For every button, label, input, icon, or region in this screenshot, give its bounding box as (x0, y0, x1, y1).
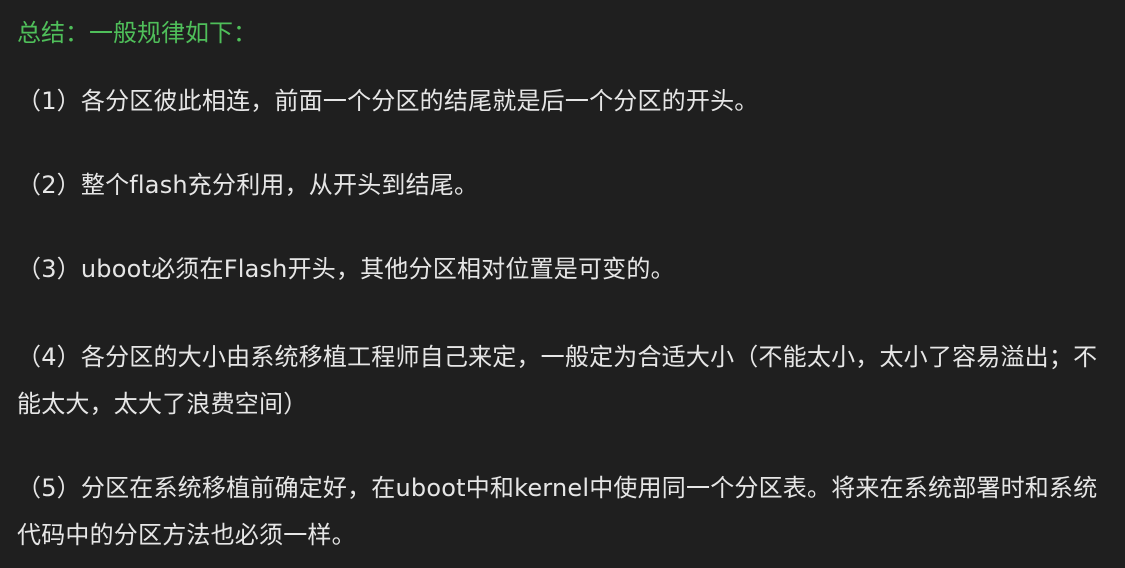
rule-paragraph-2: （2）整个flash充分利用，从开头到结尾。 (17, 171, 479, 199)
rule-paragraph-5: （5）分区在系统移植前确定好，在uboot中和kernel中使用同一个分区表。将… (17, 474, 1098, 549)
rule-paragraph-1: （1）各分区彼此相连，前面一个分区的结尾就是后一个分区的开头。 (17, 87, 759, 115)
rule-paragraph-3: （3）uboot必须在Flash开头，其他分区相对位置是可变的。 (17, 255, 675, 283)
document-page: 总结：一般规律如下： （1）各分区彼此相连，前面一个分区的结尾就是后一个分区的开… (0, 0, 1125, 568)
rule-paragraph-4: （4）各分区的大小由系统移植工程师自己来定，一般定为合适大小（不能太小，太小了容… (17, 343, 1098, 418)
summary-heading: 总结：一般规律如下： (17, 19, 257, 47)
